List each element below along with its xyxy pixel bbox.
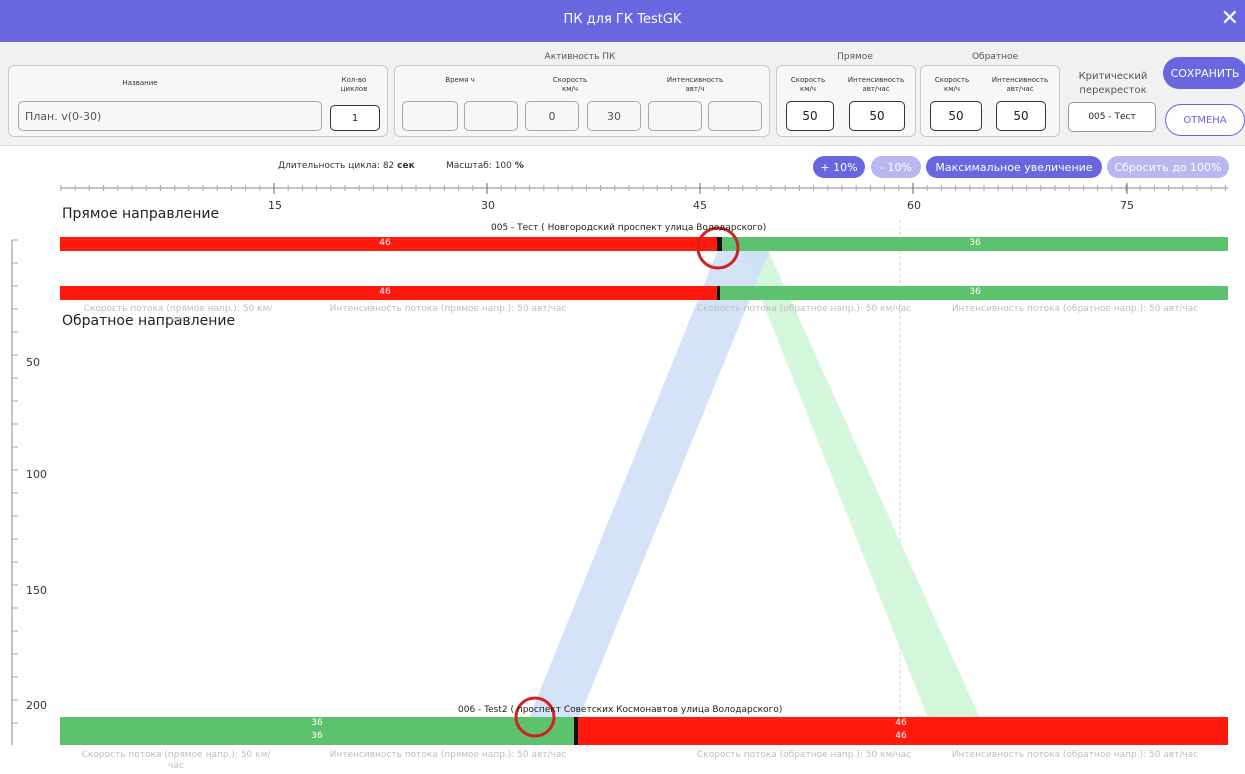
coordination-diagram (11, 183, 1228, 745)
int1-reverse-green-value: 36 (969, 287, 981, 297)
int2-forward-green-value: 36 (311, 718, 323, 728)
int1-forward-red-value: 46 (379, 238, 391, 248)
y-tick-label-50: 50 (26, 356, 40, 369)
int2-reverse-red-value: 46 (895, 731, 907, 741)
forward-green-wave-band (518, 250, 770, 745)
int2-marker (574, 717, 578, 745)
int1-forward-flow-intensity: Интенсивность потока (прямое напр.): 50 … (329, 304, 567, 314)
int2-forward-flow-intensity: Интенсивность потока (прямое напр.): 50 … (329, 750, 567, 760)
intersection-1-title: 005 - Тест ( Новгородский проспект улица… (491, 223, 767, 233)
int1-reverse-red-value: 46 (379, 287, 391, 297)
int1-reverse-marker (717, 286, 720, 300)
int1-reverse-flow-speed: Скорость потока (обратное напр.): 50 км/… (696, 304, 912, 314)
y-tick-label-150: 150 (26, 584, 47, 597)
intersection-2-title: 006 - Test2 ( проспект Советских Космона… (458, 705, 783, 715)
x-tick-label-75: 75 (1120, 199, 1134, 212)
int2-forward-flow-speed: Скорость потока (прямое напр.): 50 км/ча… (81, 750, 271, 771)
int1-forward-marker (717, 237, 722, 251)
y-tick-label-200: 200 (26, 699, 47, 712)
x-tick-label-15: 15 (268, 199, 282, 212)
int1-forward-flow-speed: Скорость потока (прямое напр.): 50 км/ча… (83, 304, 273, 325)
int2-reverse-green-value: 36 (311, 731, 323, 741)
int2-forward-red-value: 46 (895, 718, 907, 728)
int1-reverse-flow-intensity: Интенсивность потока (обратное напр.): 5… (951, 304, 1199, 314)
y-tick-label-100: 100 (26, 468, 47, 481)
x-tick-label-60: 60 (907, 199, 921, 212)
x-tick-label-45: 45 (693, 199, 707, 212)
x-tick-label-30: 30 (481, 199, 495, 212)
distance-axis-minor-ticks (12, 239, 18, 724)
int2-reverse-flow-speed: Скорость потока (обратное напр.): 50 км/… (696, 750, 912, 760)
reverse-green-wave-band (742, 250, 980, 718)
forward-direction-title: Прямое направление (62, 206, 220, 222)
int1-forward-green-value: 36 (969, 238, 981, 248)
int2-reverse-flow-intensity: Интенсивность потока (обратное напр.): 5… (951, 750, 1199, 760)
